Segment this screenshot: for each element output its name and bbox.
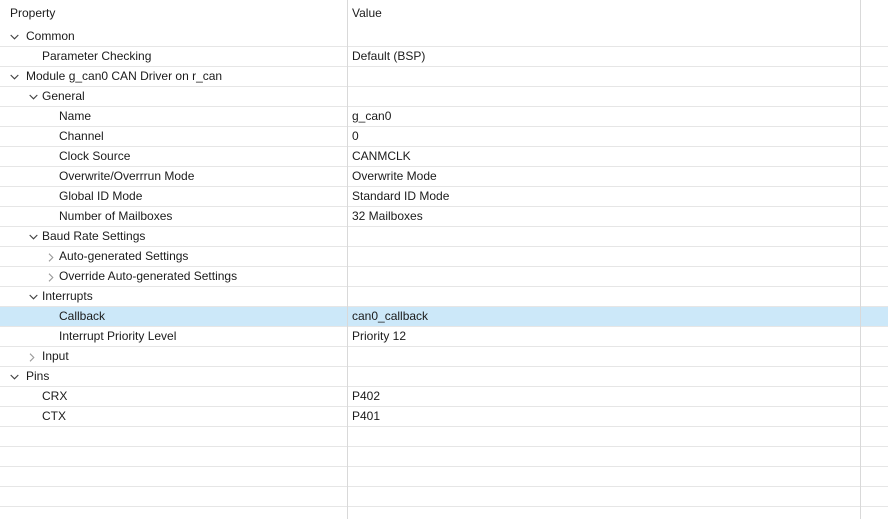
- property-row-number-of-mailboxes[interactable]: Number of Mailboxes 32 Mailboxes: [0, 207, 888, 227]
- chevron-down-icon[interactable]: [10, 67, 22, 87]
- property-label: Parameter Checking: [42, 47, 151, 66]
- property-label: Interrupts: [42, 287, 93, 306]
- property-label: Callback: [59, 307, 105, 326]
- chevron-down-icon[interactable]: [10, 27, 22, 47]
- property-label: Override Auto-generated Settings: [59, 267, 237, 286]
- property-label: CRX: [42, 387, 67, 406]
- empty-row-partial: [0, 507, 888, 519]
- empty-row: [0, 447, 888, 467]
- property-row-override-auto-generated-settings[interactable]: Override Auto-generated Settings: [0, 267, 888, 287]
- chevron-down-icon[interactable]: [29, 227, 41, 247]
- value-cell[interactable]: P401: [352, 407, 380, 426]
- grid-header: Property Value: [0, 0, 888, 27]
- property-label: General: [42, 87, 85, 106]
- value-cell[interactable]: CANMCLK: [352, 147, 411, 166]
- grid-right-border-line: [860, 0, 861, 519]
- chevron-down-icon[interactable]: [29, 87, 41, 107]
- property-label: Baud Rate Settings: [42, 227, 145, 246]
- column-header-property: Property: [10, 0, 55, 27]
- property-label: Global ID Mode: [59, 187, 142, 206]
- property-row-global-id-mode[interactable]: Global ID Mode Standard ID Mode: [0, 187, 888, 207]
- value-cell[interactable]: can0_callback: [352, 307, 428, 326]
- property-label: Number of Mailboxes: [59, 207, 172, 226]
- property-row-crx[interactable]: CRX P402: [0, 387, 888, 407]
- value-cell[interactable]: Priority 12: [352, 327, 406, 346]
- property-row-channel[interactable]: Channel 0: [0, 127, 888, 147]
- property-label: Interrupt Priority Level: [59, 327, 176, 346]
- column-divider-line[interactable]: [347, 0, 348, 519]
- empty-row: [0, 487, 888, 507]
- chevron-right-icon[interactable]: [29, 347, 41, 367]
- property-row-parameter-checking[interactable]: Parameter Checking Default (BSP): [0, 47, 888, 67]
- property-label: Clock Source: [59, 147, 130, 166]
- value-cell[interactable]: 0: [352, 127, 359, 146]
- property-grid-rows: CommonParameter Checking Default (BSP) Mod…: [0, 27, 888, 519]
- property-row-auto-generated-settings[interactable]: Auto-generated Settings: [0, 247, 888, 267]
- empty-row: [0, 467, 888, 487]
- value-cell[interactable]: 32 Mailboxes: [352, 207, 423, 226]
- chevron-down-icon[interactable]: [10, 367, 22, 387]
- property-label: Common: [26, 27, 75, 46]
- chevron-down-icon[interactable]: [29, 287, 41, 307]
- value-cell[interactable]: P402: [352, 387, 380, 406]
- property-row-interrupts[interactable]: Interrupts: [0, 287, 888, 307]
- properties-view: Property Value CommonParameter Checking D…: [0, 0, 888, 525]
- value-cell[interactable]: Standard ID Mode: [352, 187, 449, 206]
- value-cell[interactable]: Default (BSP): [352, 47, 425, 66]
- property-label: Input: [42, 347, 69, 366]
- property-row-pins[interactable]: Pins: [0, 367, 888, 387]
- value-cell[interactable]: Overwrite Mode: [352, 167, 437, 186]
- property-row-callback[interactable]: Callback can0_callback: [0, 307, 888, 327]
- property-label: Overwrite/Overrrun Mode: [59, 167, 194, 186]
- property-row-general[interactable]: General: [0, 87, 888, 107]
- property-label: Name: [59, 107, 91, 126]
- property-row-baud-rate-settings[interactable]: Baud Rate Settings: [0, 227, 888, 247]
- property-label: Module g_can0 CAN Driver on r_can: [26, 67, 222, 86]
- value-cell[interactable]: g_can0: [352, 107, 391, 126]
- property-row-clock-source[interactable]: Clock Source CANMCLK: [0, 147, 888, 167]
- property-row-interrupt-priority-level[interactable]: Interrupt Priority Level Priority 12: [0, 327, 888, 347]
- property-label: Channel: [59, 127, 104, 146]
- property-row-module-g-can0-can-driver-on-r-can[interactable]: Module g_can0 CAN Driver on r_can: [0, 67, 888, 87]
- property-row-ctx[interactable]: CTX P401: [0, 407, 888, 427]
- property-row-overwrite-overrrun-mode[interactable]: Overwrite/Overrrun Mode Overwrite Mode: [0, 167, 888, 187]
- property-label: Auto-generated Settings: [59, 247, 188, 266]
- property-row-common[interactable]: Common: [0, 27, 888, 47]
- property-row-name[interactable]: Name g_can0: [0, 107, 888, 127]
- empty-row: [0, 427, 888, 447]
- property-label: CTX: [42, 407, 66, 426]
- column-header-value: Value: [352, 0, 382, 27]
- property-label: Pins: [26, 367, 49, 386]
- property-row-input[interactable]: Input: [0, 347, 888, 367]
